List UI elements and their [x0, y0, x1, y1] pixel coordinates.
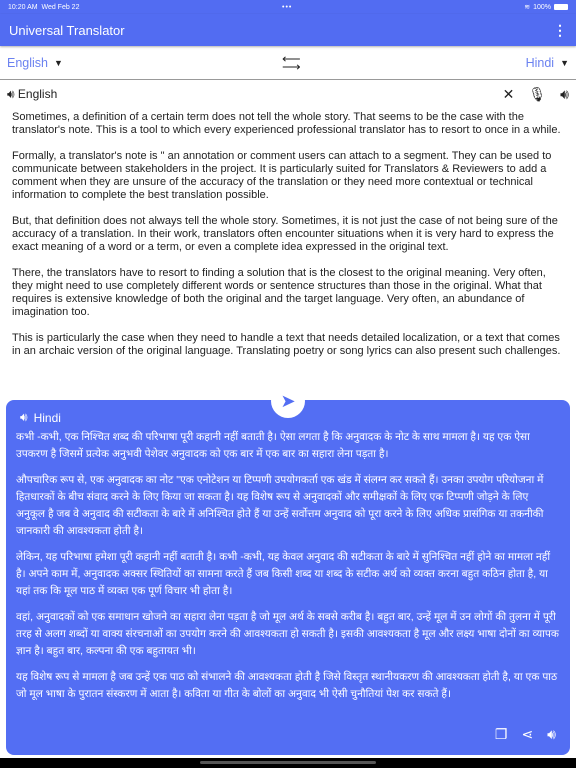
target-label: Hindi — [33, 410, 61, 425]
source-text[interactable]: Sometimes, a definition of a certain ter… — [12, 111, 568, 371]
more-options-icon[interactable]: ⋮ — [553, 22, 567, 39]
copy-icon[interactable]: ❐ — [495, 726, 508, 743]
speaker-icon[interactable]: 🔊︎ — [547, 726, 556, 743]
share-icon[interactable]: ⋖ — [521, 726, 533, 743]
swap-languages-icon[interactable]: ⟵ ⟶ — [282, 52, 301, 73]
target-paragraph: वहां, अनुवादकों को एक समाधान खोजने का सह… — [16, 611, 559, 657]
translation-card: 🔊︎ Hindi कभी -कभी, एक निश्चित शब्द की परि… — [6, 400, 570, 755]
home-indicator[interactable] — [200, 761, 376, 764]
source-header: 🔊︎ English ✕ 🎙︎ 🔊︎ — [0, 84, 576, 104]
source-language-dropdown[interactable]: English ▼ — [7, 56, 63, 70]
battery-percent: 100% — [533, 3, 551, 11]
source-paragraph: Formally, a translator's note is " an an… — [12, 150, 552, 201]
translated-text: कभी -कभी, एक निश्चित शब्द की परिभाषा पूर… — [16, 429, 560, 703]
speaker-icon[interactable]: 🔊︎ — [560, 86, 569, 103]
target-paragraph: औपचारिक रूप से, एक अनुवादक का नोट "एक एन… — [16, 474, 544, 537]
translate-send-button[interactable]: ➤ — [271, 384, 305, 418]
source-paragraph: There, the translators have to resort to… — [12, 267, 546, 318]
battery-icon — [554, 4, 568, 10]
speaker-icon[interactable]: 🔊︎ — [20, 410, 28, 425]
clear-icon[interactable]: ✕ — [503, 86, 515, 103]
source-paragraph: Sometimes, a definition of a certain ter… — [12, 111, 561, 136]
send-icon: ➤ — [280, 390, 296, 411]
bottom-bar — [0, 758, 576, 768]
caret-down-icon: ▼ — [560, 57, 569, 68]
multitask-dots-icon[interactable]: ••• — [282, 4, 292, 11]
source-language-label: English — [7, 55, 48, 70]
target-paragraph: लेकिन, यह परिभाषा हमेशा पूरी कहानी नहीं … — [16, 551, 551, 597]
source-paragraph: But, that definition does not always tel… — [12, 215, 558, 253]
mic-off-icon[interactable]: 🎙︎ — [528, 86, 546, 103]
target-paragraph: यह विशेष रूप से मामला है जब उन्हें एक पा… — [16, 671, 558, 700]
caret-down-icon: ▼ — [54, 57, 63, 68]
status-bar: 10:20 AM Wed Feb 22 ••• ≋ 100% — [0, 0, 576, 14]
target-language-label: Hindi — [525, 55, 555, 70]
app-bar: Universal Translator ⋮ — [0, 14, 576, 46]
app-title: Universal Translator — [9, 22, 125, 38]
language-selector-row: English ▼ ⟵ ⟶ Hindi ▼ — [0, 46, 576, 80]
status-time: 10:20 AM — [8, 3, 38, 11]
speaker-icon[interactable]: 🔊︎ — [7, 87, 15, 102]
source-paragraph: This is particularly the case when they … — [12, 332, 561, 357]
status-date: Wed Feb 22 — [41, 3, 80, 11]
wifi-icon: ≋ — [524, 4, 531, 11]
target-language-dropdown[interactable]: Hindi ▼ — [526, 56, 569, 70]
source-label: English — [17, 87, 58, 101]
target-paragraph: कभी -कभी, एक निश्चित शब्द की परिभाषा पूर… — [16, 431, 530, 460]
